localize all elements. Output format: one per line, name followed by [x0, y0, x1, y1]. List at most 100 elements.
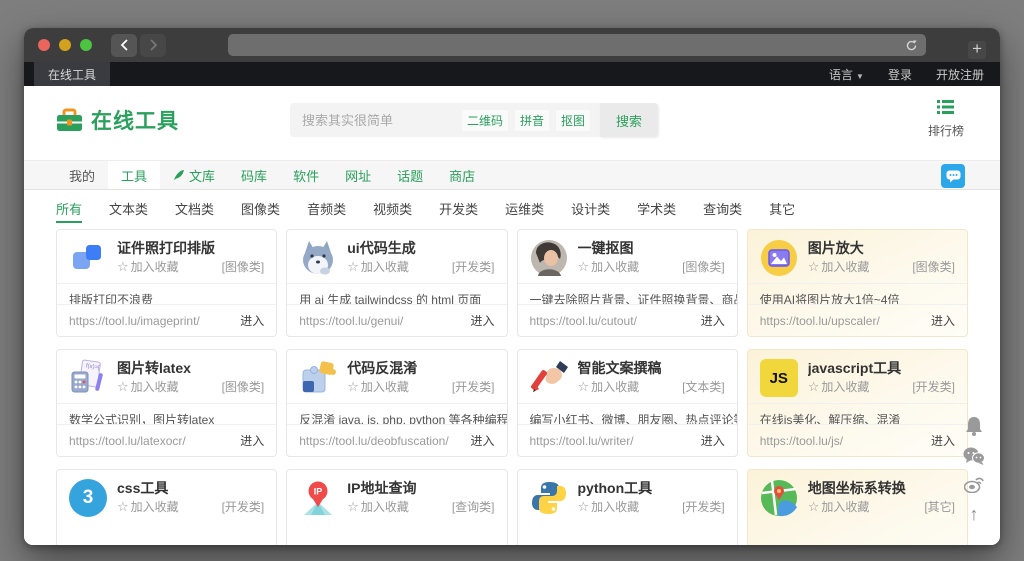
category-tag[interactable]: [图像类] [222, 378, 265, 396]
tool-url[interactable]: https://tool.lu/writer/ [530, 434, 634, 448]
new-tab-button[interactable]: + [968, 40, 986, 59]
category-tag[interactable]: [图像类] [912, 258, 955, 276]
site-logo[interactable]: 在线工具 [56, 105, 179, 135]
add-favorite-button[interactable]: ☆ 加入收藏 [578, 498, 640, 516]
category-academic[interactable]: 学术类 [637, 199, 676, 218]
tool-url[interactable]: https://tool.lu/genui/ [299, 314, 403, 328]
category-tag[interactable]: [开发类] [222, 498, 265, 516]
category-tag[interactable]: [开发类] [452, 258, 495, 276]
tool-title[interactable]: javascript工具 [808, 359, 955, 378]
tool-title[interactable]: 智能文案撰稿 [578, 359, 725, 378]
enter-link[interactable]: 进入 [701, 312, 725, 329]
category-tag[interactable]: [图像类] [222, 258, 265, 276]
tab-mine[interactable]: 我的 [56, 161, 108, 189]
category-dev[interactable]: 开发类 [439, 199, 478, 218]
tab-topics[interactable]: 话题 [384, 161, 436, 189]
tool-title[interactable]: 地图坐标系转换 [808, 479, 955, 498]
enter-link[interactable]: 进入 [931, 312, 955, 329]
category-tag[interactable]: [其它] [924, 498, 955, 516]
tool-url[interactable]: https://tool.lu/deobfuscation/ [299, 434, 448, 448]
tool-title[interactable]: 代码反混淆 [347, 359, 494, 378]
category-text[interactable]: 文本类 [109, 199, 148, 218]
bell-icon[interactable] [965, 416, 983, 436]
add-favorite-button[interactable]: ☆ 加入收藏 [117, 258, 179, 276]
tab-store[interactable]: 商店 [436, 161, 488, 189]
minimize-window-button[interactable] [59, 39, 71, 51]
add-favorite-button[interactable]: ☆ 加入收藏 [578, 258, 640, 276]
category-query[interactable]: 查询类 [703, 199, 742, 218]
enter-link[interactable]: 进入 [931, 432, 955, 449]
tab-library[interactable]: 文库 [160, 161, 228, 189]
category-all[interactable]: 所有 [56, 199, 83, 223]
add-favorite-button[interactable]: ☆ 加入收藏 [347, 498, 409, 516]
category-tag[interactable]: [开发类] [912, 378, 955, 396]
tool-url[interactable]: https://tool.lu/js/ [760, 434, 843, 448]
category-ops[interactable]: 运维类 [505, 199, 544, 218]
enter-link[interactable]: 进入 [470, 312, 494, 329]
tool-title[interactable]: css工具 [117, 479, 264, 498]
tool-title[interactable]: 图片转latex [117, 359, 264, 378]
star-icon: ☆ [117, 499, 129, 514]
enter-link[interactable]: 进入 [470, 432, 494, 449]
category-document[interactable]: 文档类 [175, 199, 214, 218]
ranking-link[interactable]: 排行榜 [928, 100, 964, 139]
chat-button[interactable] [941, 164, 965, 188]
wechat-icon[interactable] [963, 447, 985, 465]
tool-title[interactable]: IP地址查询 [347, 479, 494, 498]
weibo-icon[interactable] [964, 476, 984, 493]
tool-title[interactable]: 图片放大 [808, 239, 955, 258]
add-favorite-button[interactable]: ☆ 加入收藏 [578, 378, 640, 396]
tab-software[interactable]: 软件 [280, 161, 332, 189]
search-button[interactable]: 搜索 [600, 103, 658, 137]
tool-description: 使用AI将图片放大1倍~4倍 [747, 283, 967, 304]
enter-link[interactable]: 进入 [240, 312, 264, 329]
login-link[interactable]: 登录 [888, 66, 912, 83]
category-tag[interactable]: [开发类] [452, 378, 495, 396]
reload-icon[interactable] [905, 39, 918, 52]
category-other[interactable]: 其它 [769, 199, 795, 218]
tool-url[interactable]: https://tool.lu/latexocr/ [69, 434, 186, 448]
maximize-window-button[interactable] [80, 39, 92, 51]
tool-title[interactable]: python工具 [578, 479, 725, 498]
add-favorite-button[interactable]: ☆ 加入收藏 [117, 378, 179, 396]
add-favorite-button[interactable]: ☆ 加入收藏 [808, 498, 870, 516]
tool-title[interactable]: 证件照打印排版 [117, 239, 264, 258]
tab-code[interactable]: 码库 [228, 161, 280, 189]
search-input[interactable] [290, 112, 462, 128]
husky-mascot-icon [299, 239, 337, 277]
tool-url[interactable]: https://tool.lu/cutout/ [530, 314, 637, 328]
tab-websites[interactable]: 网址 [332, 161, 384, 189]
add-favorite-button[interactable]: ☆ 加入收藏 [347, 378, 409, 396]
enter-link[interactable]: 进入 [240, 432, 264, 449]
close-window-button[interactable] [38, 39, 50, 51]
category-image[interactable]: 图像类 [241, 199, 280, 218]
add-favorite-button[interactable]: ☆ 加入收藏 [808, 378, 870, 396]
back-to-top-button[interactable]: ↑ [970, 504, 979, 525]
enter-link[interactable]: 进入 [701, 432, 725, 449]
category-video[interactable]: 视频类 [373, 199, 412, 218]
category-tag[interactable]: [查询类] [452, 498, 495, 516]
navbar-brand[interactable]: 在线工具 [34, 62, 111, 86]
category-audio[interactable]: 音频类 [307, 199, 346, 218]
ranking-label: 排行榜 [927, 124, 964, 138]
category-tag[interactable]: [图像类] [682, 258, 725, 276]
address-bar[interactable] [228, 34, 927, 56]
category-design[interactable]: 设计类 [571, 199, 610, 218]
add-favorite-button[interactable]: ☆ 加入收藏 [347, 258, 409, 276]
back-button[interactable] [111, 33, 137, 57]
tool-url[interactable]: https://tool.lu/imageprint/ [69, 314, 200, 328]
category-tag[interactable]: [开发类] [682, 498, 725, 516]
add-favorite-button[interactable]: ☆ 加入收藏 [117, 498, 179, 516]
language-menu[interactable]: 语言 ▼ [829, 66, 864, 83]
category-tag[interactable]: [文本类] [682, 378, 725, 396]
tool-url[interactable]: https://tool.lu/upscaler/ [760, 314, 880, 328]
hot-search-link[interactable]: 拼音 [514, 109, 549, 131]
hot-search-link[interactable]: 抠图 [555, 109, 590, 131]
tool-title[interactable]: 一键抠图 [578, 239, 725, 258]
forward-button[interactable] [140, 33, 166, 57]
tab-tools[interactable]: 工具 [108, 161, 161, 189]
hot-search-link[interactable]: 二维码 [461, 109, 508, 131]
tool-title[interactable]: ui代码生成 [347, 239, 494, 258]
add-favorite-button[interactable]: ☆ 加入收藏 [808, 258, 870, 276]
register-link[interactable]: 开放注册 [936, 66, 984, 83]
